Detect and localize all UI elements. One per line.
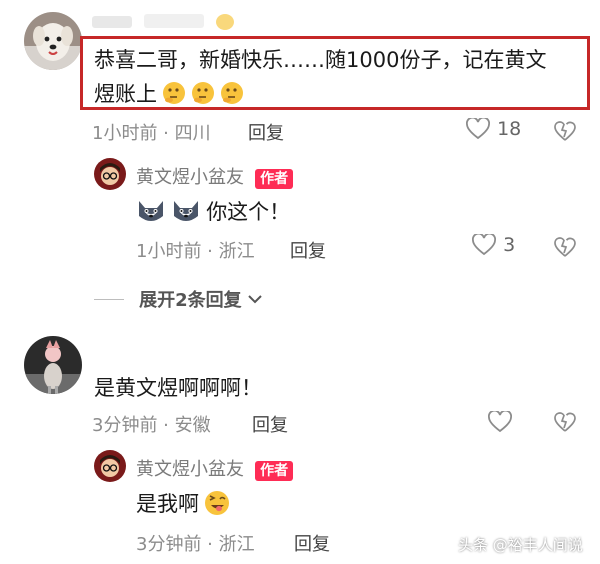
author-header: 黄文煜小盆友 作者: [136, 163, 294, 189]
thinking-face-icon: [163, 82, 186, 104]
reply-text-row: 你这个！: [136, 196, 290, 226]
username-redacted: [92, 12, 242, 32]
husky-icon: [174, 201, 199, 221]
reply-button[interactable]: 回复: [252, 411, 288, 437]
like-button[interactable]: 3: [472, 232, 516, 258]
avatar[interactable]: [94, 158, 126, 190]
comment-text-line2-row: 煜账上: [94, 78, 244, 106]
comment-text-line1: 恭喜二哥，新婚快乐……随1000份子，记在黄文: [94, 48, 547, 72]
divider-line: [94, 298, 124, 300]
comment-meta: 3分钟前 · 安徽: [92, 415, 211, 436]
watermark: 头条 @裕丰人间说: [458, 536, 583, 554]
heart-icon: [466, 116, 490, 140]
dislike-icon[interactable]: [554, 121, 576, 141]
avatar[interactable]: [94, 450, 126, 482]
avatar[interactable]: [24, 12, 82, 70]
author-name[interactable]: 黄文煜小盆友: [136, 167, 244, 188]
reply-button[interactable]: 回复: [294, 530, 330, 556]
thinking-face-icon: [192, 82, 215, 104]
husky-icon: [139, 201, 163, 221]
author-header: 黄文煜小盆友 作者: [136, 455, 294, 481]
wink-tongue-icon: [205, 491, 230, 515]
author-badge: 作者: [255, 169, 294, 189]
reply-text: 你这个！: [206, 200, 291, 224]
heart-icon[interactable]: [488, 411, 512, 433]
reply-button[interactable]: 回复: [290, 237, 326, 263]
expand-replies[interactable]: 展开2条回复: [94, 286, 263, 311]
thinking-face-icon: [221, 82, 244, 104]
comment-meta: 1小时前 · 四川: [92, 123, 211, 144]
reply-meta: 3分钟前 · 浙江: [136, 534, 255, 555]
comment-text-line2: 煜账上: [94, 82, 157, 106]
author-badge: 作者: [255, 461, 294, 481]
author-name[interactable]: 黄文煜小盆友: [136, 459, 244, 480]
user-avatar-icon: [24, 336, 82, 394]
reply-text: 是我啊: [136, 492, 199, 516]
expand-replies-label: 展开2条回复: [139, 290, 242, 311]
heart-icon: [472, 232, 496, 256]
dislike-icon[interactable]: [554, 237, 576, 257]
comment-text: 是黄文煜啊啊啊！: [94, 376, 262, 400]
reply-text-row: 是我啊: [136, 488, 230, 518]
author-avatar-icon: [94, 158, 126, 190]
dislike-icon[interactable]: [554, 412, 576, 432]
like-button[interactable]: 18: [466, 116, 522, 142]
like-count: 18: [497, 118, 522, 140]
dog-avatar-icon: [24, 12, 82, 70]
author-avatar-icon: [94, 450, 126, 482]
like-count: 3: [503, 234, 516, 256]
avatar[interactable]: [24, 336, 82, 394]
reply-meta: 1小时前 · 浙江: [136, 241, 255, 262]
reply-button[interactable]: 回复: [248, 119, 284, 145]
chevron-down-icon: [248, 295, 262, 304]
